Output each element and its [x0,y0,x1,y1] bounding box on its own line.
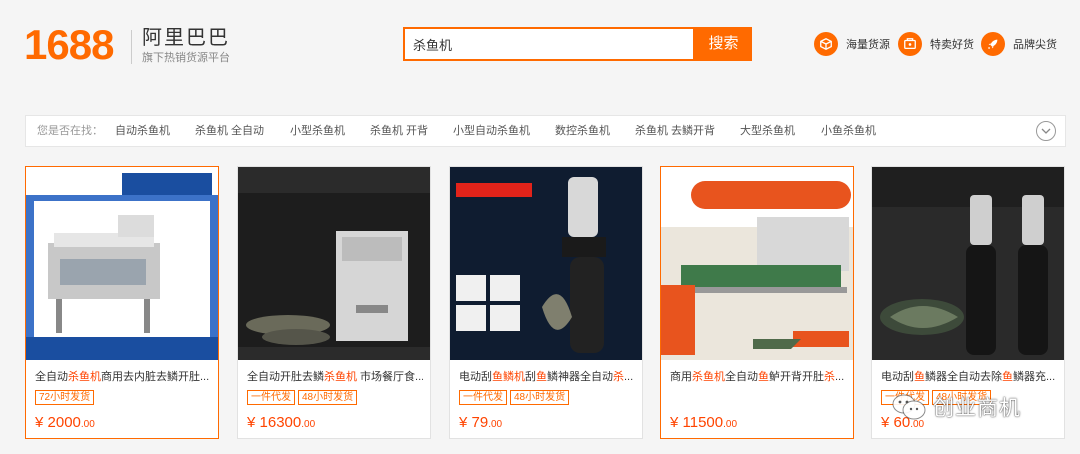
related-keyword[interactable]: 自动杀鱼机 [115,116,170,146]
related-keyword[interactable]: 小型自动杀鱼机 [453,116,530,146]
logo-tagline: 旗下热销货源平台 [142,52,230,64]
related-keyword[interactable]: 大型杀鱼机 [740,116,795,146]
feature-label: 海量货源 [846,39,890,51]
watermark-text: 创业商机 [933,396,1021,420]
product-title[interactable]: 电动刮鱼鳞器全自动去除鱼鳞器充... [881,370,1057,384]
logo-divider [131,30,132,64]
product-card[interactable]: 全自动开肚去鳞杀鱼机 市场餐厅食... 一件代发 48小时发货 ¥ 16300.… [237,166,431,439]
product-price: ¥ 79.00 [459,414,503,431]
product-title[interactable]: 全自动杀鱼机商用去内脏去鳞开肚... [35,370,211,384]
related-keyword[interactable]: 数控杀鱼机 [555,116,610,146]
logo-alibaba[interactable]: 阿里巴巴 [142,26,230,50]
related-searches: 您是否在找： 自动杀鱼机 杀鱼机 全自动 小型杀鱼机 杀鱼机 开背 小型自动杀鱼… [25,115,1066,147]
watermark: 创业商机 [891,389,1021,425]
tag-badge: 一件代发 [459,390,507,405]
related-keyword[interactable]: 杀鱼机 全自动 [195,116,264,146]
product-price: ¥ 11500.00 [670,414,738,431]
product-card[interactable]: 电动刮鱼鳞机刮鱼鳞神器全自动杀... 一件代发 48小时发货 ¥ 79.00 [449,166,643,439]
product-image[interactable] [872,167,1064,360]
search-input[interactable] [405,29,693,59]
wechat-icon [892,394,926,420]
product-title[interactable]: 全自动开肚去鳞杀鱼机 市场餐厅食... [247,370,423,384]
product-tags: 一件代发 48小时发货 [247,390,358,405]
tag-badge: 72小时发货 [35,390,95,405]
search-button[interactable]: 搜索 [695,27,752,61]
feature-label: 特卖好货 [930,39,974,51]
related-keyword[interactable]: 小型杀鱼机 [290,116,345,146]
product-image[interactable] [26,167,218,360]
related-keyword[interactable]: 小鱼杀鱼机 [821,116,876,146]
box-icon [814,32,838,56]
related-keyword[interactable]: 杀鱼机 去鳞开背 [635,116,715,146]
product-card[interactable]: 全自动杀鱼机商用去内脏去鳞开肚... 72小时发货 ¥ 2000.00 [25,166,219,439]
product-card[interactable]: 商用杀鱼机全自动鱼鲈开背开肚杀... ¥ 11500.00 [660,166,854,439]
logo-1688[interactable]: 1688 [24,22,114,68]
product-image[interactable] [661,167,853,360]
related-label: 您是否在找： [37,125,103,137]
product-title[interactable]: 电动刮鱼鳞机刮鱼鳞神器全自动杀... [459,370,635,384]
product-image[interactable] [238,167,430,360]
feature-massive-supply[interactable]: 海量货源 [814,32,890,56]
tag-badge: 一件代发 [247,390,295,405]
feature-label: 品牌尖货 [1013,39,1057,51]
chevron-down-icon[interactable] [1036,121,1056,141]
header: 1688 阿里巴巴 旗下热销货源平台 搜索 海量货源 特卖好货 品牌尖货 [0,0,1080,92]
product-price: ¥ 16300.00 [247,414,316,431]
related-keyword[interactable]: 杀鱼机 开背 [370,116,428,146]
product-tags: 72小时发货 [35,390,95,405]
feature-special-sale[interactable]: 特卖好货 [898,32,974,56]
tag-icon [898,32,922,56]
product-image[interactable] [450,167,642,360]
product-price: ¥ 2000.00 [35,414,95,431]
tag-badge: 48小时发货 [298,390,358,405]
product-title[interactable]: 商用杀鱼机全自动鱼鲈开背开肚杀... [670,370,846,384]
product-tags: 一件代发 48小时发货 [459,390,570,405]
feature-brand-goods[interactable]: 品牌尖货 [981,32,1057,56]
tag-badge: 48小时发货 [510,390,570,405]
rocket-icon [981,32,1005,56]
search-box [403,27,695,61]
